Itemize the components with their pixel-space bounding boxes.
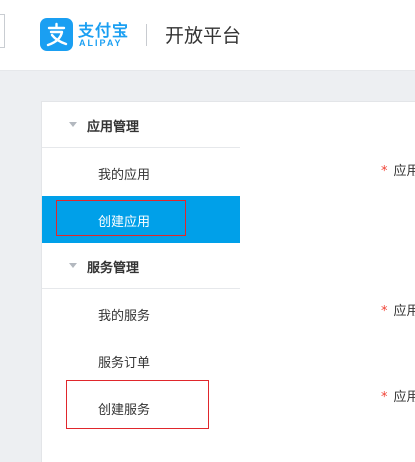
logo-english-text: ALIPAY: [79, 38, 123, 48]
alipay-icon: [40, 18, 73, 51]
group-header-service-management[interactable]: 服务管理: [42, 243, 241, 289]
group-label: 应用管理: [87, 120, 140, 135]
caret-down-icon: [69, 122, 77, 127]
field-label-text: 应用: [393, 390, 415, 405]
field-label-text: 应用: [393, 304, 415, 319]
sidebar-item-label: 我的应用: [98, 168, 151, 183]
field-label-text: 应用: [393, 164, 415, 179]
group-header-app-management[interactable]: 应用管理: [42, 102, 241, 148]
alipay-logo[interactable]: 支付宝 ALIPAY: [40, 18, 130, 52]
header-edge-element: [0, 14, 5, 48]
form-field-label: * 应用: [381, 386, 415, 405]
form-field-label: * 应用: [381, 160, 415, 179]
main-content: * 应用 * 应用 * 应用: [240, 101, 415, 462]
highlight-create-service: [66, 380, 209, 429]
required-mark: *: [381, 164, 388, 179]
required-mark: *: [381, 304, 388, 319]
highlight-create-app: [56, 200, 186, 236]
sidebar-item-label: 我的服务: [98, 309, 151, 324]
sidebar-item-my-services[interactable]: 我的服务: [42, 290, 241, 337]
sidebar-item-label: 服务订单: [98, 356, 151, 371]
group-label: 服务管理: [87, 261, 140, 276]
platform-title: 开放平台: [165, 25, 242, 47]
top-header: 支付宝 ALIPAY 开放平台: [0, 0, 415, 71]
form-field-label: * 应用: [381, 300, 415, 319]
caret-down-icon: [69, 263, 77, 268]
required-mark: *: [381, 390, 388, 405]
sidebar-item-service-orders[interactable]: 服务订单: [42, 337, 241, 384]
header-divider: [146, 24, 147, 46]
sidebar-item-my-apps[interactable]: 我的应用: [42, 149, 241, 196]
